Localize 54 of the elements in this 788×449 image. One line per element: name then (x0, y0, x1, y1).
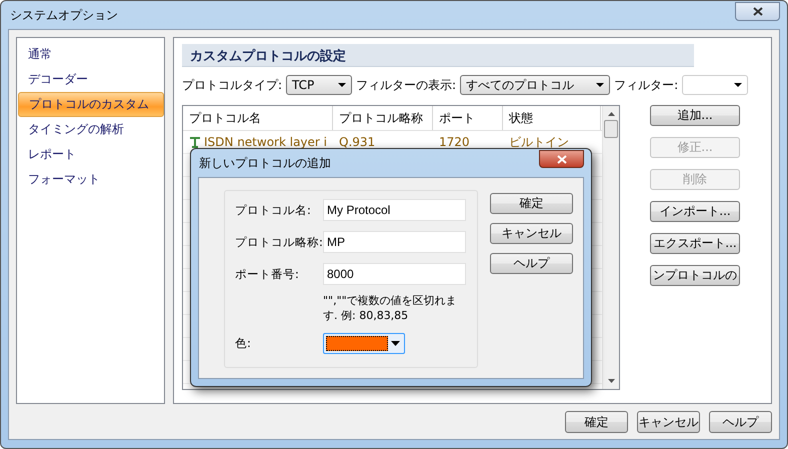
column-header[interactable]: ポート (433, 106, 503, 130)
input-field[interactable]: My Protocol (323, 199, 466, 221)
close-button[interactable] (735, 2, 780, 20)
column-header[interactable]: プロトコル名 (183, 106, 333, 130)
table-cell-text: Q.931 (339, 134, 376, 151)
filter-label: フィルター: (614, 76, 678, 94)
field-label: ポート番号: (235, 266, 300, 282)
scroll-up-icon (608, 112, 614, 116)
action-button[interactable]: インポート... (650, 201, 740, 222)
dialog-title: 新しいプロトコルの追加 (199, 154, 331, 172)
scroll-thumb[interactable] (604, 120, 618, 138)
sidebar-item[interactable]: タイミングの解析 (18, 117, 164, 142)
close-icon (556, 154, 566, 164)
dropdown-arrow-icon (338, 83, 346, 87)
table-cell-text: ISDN network layer i (204, 134, 327, 151)
network-icon (189, 136, 201, 148)
window-title: システムオプション (10, 6, 118, 24)
close-icon (752, 6, 762, 16)
dropdown-arrow-icon (596, 83, 604, 87)
filter-display-label: フィルターの表示: (356, 76, 456, 94)
action-button[interactable]: ンプロトコルの (650, 265, 740, 286)
field-label: 色: (235, 336, 252, 351)
footer-button[interactable]: ヘルプ (709, 411, 772, 433)
protocol-type-label: プロトコルタイプ: (182, 76, 282, 94)
filter-display-dropdown[interactable]: すべてのプロトコル (460, 75, 610, 95)
action-button[interactable]: エクスポート... (650, 233, 740, 254)
sidebar-item[interactable]: 通常 (18, 42, 164, 67)
sidebar-item[interactable]: デコーダー (18, 67, 164, 92)
input-field[interactable]: MP (323, 231, 466, 253)
protocol-type-dropdown[interactable]: TCP (286, 75, 352, 95)
dialog-button[interactable]: キャンセル (490, 223, 573, 244)
dialog-button[interactable]: 確定 (490, 193, 573, 214)
footer-button[interactable]: 確定 (565, 411, 628, 433)
close-button[interactable] (539, 150, 584, 168)
field-label: プロトコル名: (235, 202, 312, 218)
color-picker[interactable] (323, 333, 405, 354)
dropdown-arrow-icon (734, 83, 742, 87)
table-cell-text: ビルトイン (509, 134, 569, 151)
input-field[interactable]: 8000 (323, 263, 466, 285)
footer-button[interactable]: キャンセル (637, 411, 700, 433)
sidebar-item[interactable]: レポート (18, 142, 164, 167)
scrollbar[interactable] (602, 106, 619, 389)
section-header: カスタムプロトコルの設定 (182, 44, 694, 67)
dropdown-arrow-icon (391, 341, 400, 346)
column-header[interactable]: プロトコル略称 (333, 106, 433, 130)
scroll-down-icon (608, 379, 614, 383)
field-label: プロトコル略称: (235, 234, 323, 250)
table-cell-text: 1720 (439, 134, 470, 151)
sidebar-item[interactable]: フォーマット (18, 167, 164, 192)
sidebar-item[interactable]: プロトコルのカスタム (18, 92, 164, 117)
hint-text: "",""で複数の値を区切れます. 例: 80,83,85 (323, 293, 458, 323)
column-header[interactable]: 状態 (503, 106, 601, 130)
action-button[interactable]: 追加... (650, 105, 740, 126)
dialog-button[interactable]: ヘルプ (490, 253, 573, 274)
